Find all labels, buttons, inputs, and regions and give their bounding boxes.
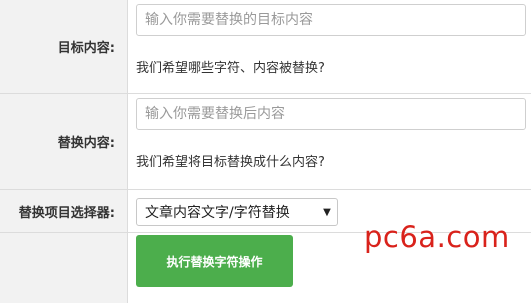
execute-replace-button[interactable]: 执行替换字符操作 (136, 235, 293, 287)
replace-content-hint: 我们希望将目标替换成什么内容? (136, 155, 325, 170)
action-label-cell (0, 233, 128, 303)
replace-form: 目标内容: 我们希望哪些字符、内容被替换? 替换内容: 我们希望将目标替换成什么… (0, 0, 531, 303)
replace-content-cell: 我们希望将目标替换成什么内容? (128, 94, 531, 189)
target-content-hint: 我们希望哪些字符、内容被替换? (136, 61, 325, 76)
replace-content-label: 替换内容: (0, 94, 128, 189)
target-content-row: 目标内容: 我们希望哪些字符、内容被替换? (0, 0, 531, 94)
replace-content-row: 替换内容: 我们希望将目标替换成什么内容? (0, 94, 531, 190)
replace-type-selected: 文章内容文字/字符替换 (145, 205, 290, 221)
triangle-down-icon: ▼ (323, 206, 331, 218)
target-content-label: 目标内容: (0, 0, 128, 93)
target-content-cell: 我们希望哪些字符、内容被替换? (128, 0, 531, 93)
replace-content-input[interactable] (136, 98, 526, 130)
watermark-text: pc6a.com (364, 220, 510, 254)
selector-label: 替换项目选择器: (0, 190, 128, 232)
replace-type-select[interactable]: 文章内容文字/字符替换 ▼ (136, 198, 338, 226)
target-content-input[interactable] (136, 4, 526, 36)
